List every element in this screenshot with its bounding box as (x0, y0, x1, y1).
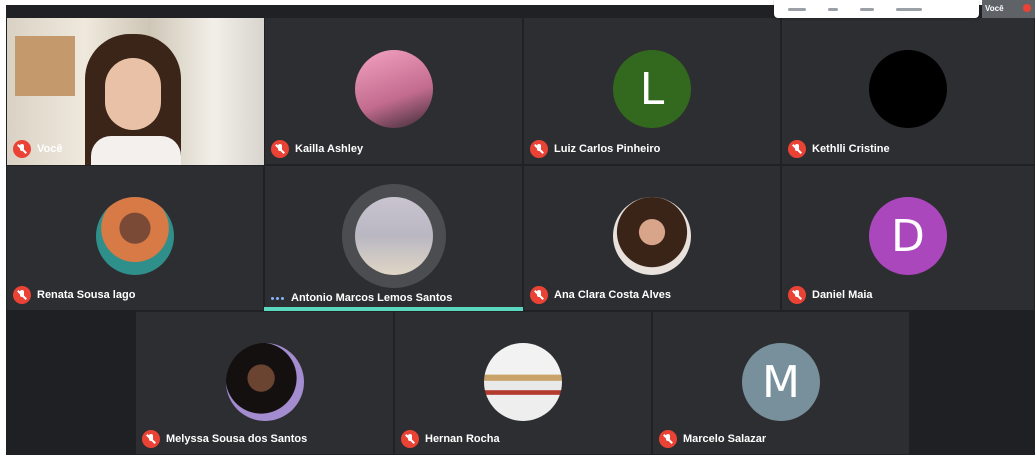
participant-name: Luiz Carlos Pinheiro (554, 143, 661, 155)
participant-name: Antonio Marcos Lemos Santos (291, 292, 453, 304)
avatar (354, 197, 433, 275)
mic-off-icon (530, 140, 548, 158)
empty-area-right (910, 311, 1035, 455)
avatar (484, 343, 562, 421)
mic-off-icon (401, 430, 419, 448)
participant-name: Ana Clara Costa Alves (554, 289, 671, 301)
mic-off-icon (788, 286, 806, 304)
participant-tile[interactable]: Kailla Ashley (264, 17, 523, 165)
more-options-icon[interactable] (271, 296, 285, 300)
empty-area-left (6, 311, 135, 455)
participant-tile[interactable]: Hernan Rocha (394, 311, 652, 455)
mic-off-icon (13, 140, 31, 158)
name-label-row: Você (13, 140, 62, 158)
avatar-letter: M (762, 356, 800, 408)
participant-tile-self[interactable]: Você (6, 17, 265, 166)
self-preview-thumbnail[interactable]: Você (982, 0, 1035, 18)
participant-tile[interactable]: Ana Clara Costa Alves (523, 165, 781, 311)
avatar: M (742, 343, 820, 421)
participant-name: Marcelo Salazar (683, 433, 767, 445)
avatar (354, 50, 433, 128)
participant-tile[interactable]: D Daniel Maia (781, 165, 1035, 311)
participant-name: Renata Sousa lago (37, 289, 136, 301)
participant-name: Daniel Maia (812, 289, 873, 301)
mic-off-icon (142, 430, 160, 448)
mic-off-icon (271, 140, 289, 158)
participant-tile[interactable]: Melyssa Sousa dos Santos (135, 311, 394, 455)
mic-off-icon (788, 140, 806, 158)
participant-name: Você (37, 143, 63, 155)
participant-tile[interactable]: Kethlli Cristine (781, 17, 1035, 165)
participant-tile[interactable]: M Marcelo Salazar (652, 311, 910, 455)
mic-off-icon (659, 430, 677, 448)
top-toolbar-panel[interactable] (774, 0, 979, 18)
avatar: L (613, 50, 691, 128)
avatar-letter: D (891, 210, 925, 262)
meeting-grid: Você Kailla Ashley L Luiz Carlos Pinheir… (6, 5, 1035, 455)
avatar: D (869, 197, 947, 275)
participant-name: Kailla Ashley (295, 143, 364, 155)
self-thumbnail-label: Você (985, 4, 1004, 13)
avatar-letter: L (639, 63, 665, 115)
participant-tile-active-speaker[interactable]: Antonio Marcos Lemos Santos (264, 165, 523, 311)
avatar (225, 343, 304, 421)
participant-name: Melyssa Sousa dos Santos (166, 433, 308, 445)
participant-tile[interactable]: Renata Sousa lago (6, 165, 264, 311)
avatar (613, 197, 691, 275)
avatar (96, 197, 174, 275)
mic-off-icon (530, 286, 548, 304)
participant-name: Kethlli Cristine (812, 143, 890, 155)
avatar (869, 50, 947, 128)
recording-indicator-icon (1023, 4, 1031, 12)
mic-off-icon (13, 286, 31, 304)
participant-tile[interactable]: L Luiz Carlos Pinheiro (523, 17, 781, 165)
participant-name: Hernan Rocha (425, 433, 500, 445)
